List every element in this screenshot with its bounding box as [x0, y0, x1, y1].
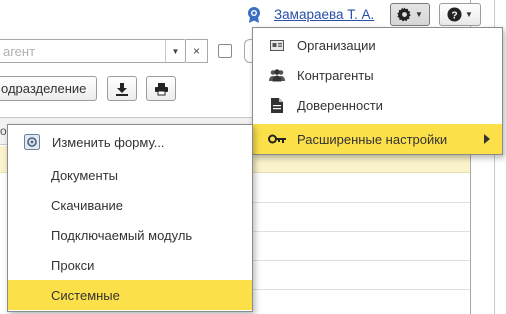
- table-row[interactable]: [252, 289, 470, 290]
- menu-item-system[interactable]: Системные: [8, 280, 252, 310]
- settings-menu: Организации Контрагенты Доверенности Рас…: [252, 27, 503, 155]
- svg-text:?: ?: [451, 11, 457, 22]
- clear-button[interactable]: ×: [186, 39, 208, 63]
- chevron-right-icon: [484, 134, 490, 144]
- menu-item-documents[interactable]: Документы: [8, 160, 252, 190]
- menu-item-label: Прокси: [51, 257, 95, 273]
- menu-item-label: Контрагенты: [297, 67, 374, 83]
- menu-item-label: Подключаемый модуль: [51, 227, 193, 243]
- search-placeholder: агент: [3, 44, 36, 59]
- filter-checkbox[interactable]: [218, 44, 232, 58]
- chevron-down-icon[interactable]: ▼: [165, 40, 185, 62]
- menu-item-label: Документы: [51, 167, 119, 183]
- document-icon: [267, 95, 287, 115]
- menu-item-downloading[interactable]: Скачивание: [8, 190, 252, 220]
- settings-button[interactable]: ▼: [390, 3, 430, 26]
- division-button[interactable]: одразделение: [0, 76, 97, 101]
- organization-card-icon: [267, 35, 287, 55]
- gear-icon: [397, 7, 411, 22]
- key-icon: [267, 129, 287, 149]
- print-icon: [154, 82, 168, 95]
- menu-item-plugin-module[interactable]: Подключаемый модуль: [8, 220, 252, 250]
- user-name-link[interactable]: Замараева Т. А.: [274, 7, 374, 22]
- menu-item-counterparties[interactable]: Контрагенты: [253, 60, 502, 90]
- menu-item-label: Доверенности: [297, 97, 383, 113]
- question-icon: ?: [447, 7, 462, 22]
- table-row[interactable]: [252, 231, 470, 232]
- print-button[interactable]: [146, 76, 176, 101]
- download-icon: [116, 82, 128, 96]
- chevron-down-icon: ▼: [415, 10, 423, 19]
- menu-item-change-form[interactable]: Изменить форму...: [8, 127, 252, 157]
- menu-item-label: Организации: [297, 37, 376, 53]
- menu-item-label: Системные: [51, 287, 120, 303]
- table-row[interactable]: [252, 202, 470, 203]
- menu-item-powers-of-attorney[interactable]: Доверенности: [253, 90, 502, 120]
- user-icon: [245, 6, 263, 24]
- menu-item-label: Скачивание: [51, 197, 124, 213]
- menu-item-proxy[interactable]: Прокси: [8, 250, 252, 280]
- people-icon: [267, 65, 287, 85]
- download-button[interactable]: [107, 76, 137, 101]
- menu-item-label: Расширенные настройки: [297, 131, 448, 147]
- chevron-down-icon: ▼: [465, 10, 473, 19]
- menu-item-label: Изменить форму...: [52, 134, 165, 150]
- menu-item-advanced-settings[interactable]: Расширенные настройки: [253, 124, 502, 154]
- advanced-settings-submenu: Изменить форму... Документы Скачивание П…: [7, 124, 253, 312]
- table-row[interactable]: [252, 260, 470, 261]
- menu-item-organizations[interactable]: Организации: [253, 30, 502, 60]
- counterparty-search-input[interactable]: агент ▼: [0, 39, 186, 63]
- help-button[interactable]: ? ▼: [439, 3, 481, 26]
- form-settings-icon: [22, 132, 42, 152]
